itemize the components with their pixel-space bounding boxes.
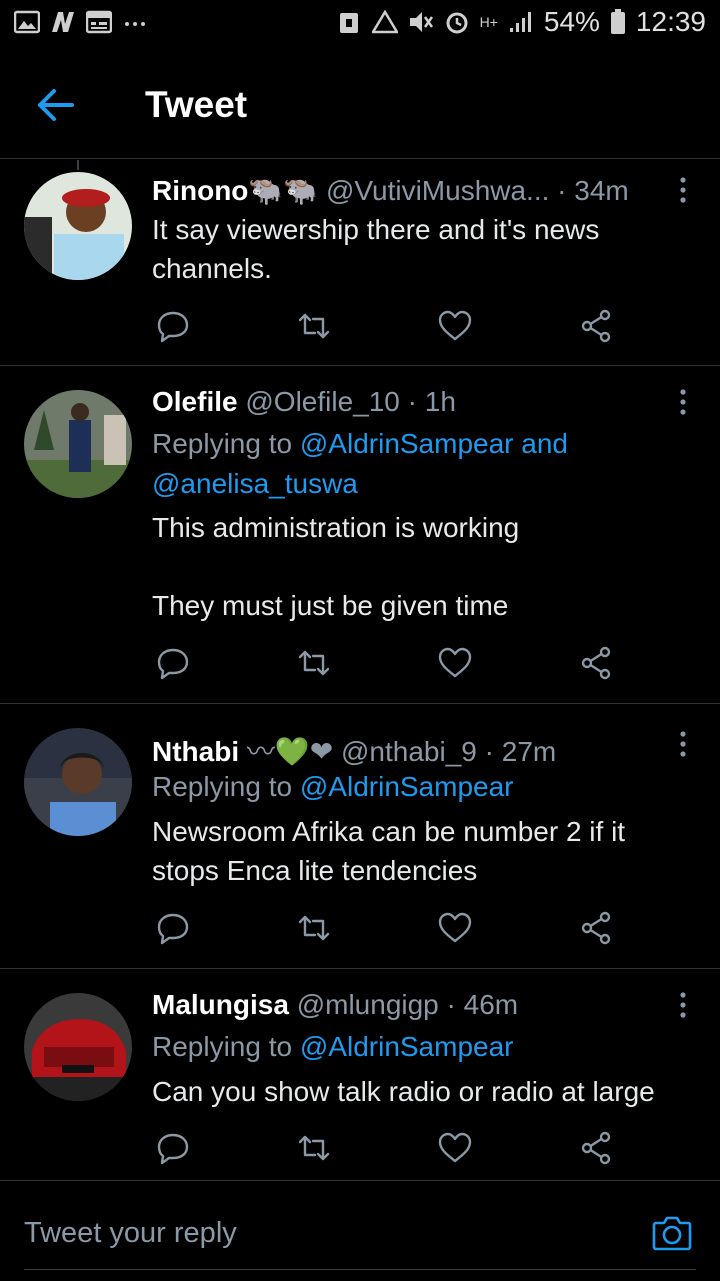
tweet-actions: [156, 1131, 626, 1165]
handle[interactable]: @VutiviMushwa...: [326, 175, 549, 206]
reply-tweet[interactable]: Olefile @Olefile_10 · 1h Replying to @Al…: [0, 366, 720, 704]
replying-to-label: Replying to: [152, 1031, 300, 1062]
reply-tweet[interactable]: Rinono🐃🐃 @VutiviMushwa... · 34m It say v…: [0, 160, 720, 366]
tweet-meta: Olefile @Olefile_10 · 1h: [152, 386, 456, 418]
reply-icon[interactable]: [156, 646, 190, 680]
lock-icon: [339, 13, 358, 33]
tweet-text: Newsroom Afrika can be number 2 if it st…: [152, 816, 626, 886]
share-icon[interactable]: [579, 646, 613, 680]
more-options-icon[interactable]: [678, 388, 688, 416]
thread-line: [77, 160, 79, 170]
handle[interactable]: @nthabi_9: [341, 736, 477, 767]
share-icon[interactable]: [579, 309, 613, 343]
reply-input[interactable]: Tweet your reply: [24, 1217, 237, 1250]
gallery-icon: [14, 10, 40, 34]
battery-icon: [610, 9, 625, 34]
avatar[interactable]: [24, 993, 132, 1101]
system-icons: H+ 54% 12:39: [336, 6, 706, 38]
notification-icons: [14, 10, 148, 34]
display-name[interactable]: Olefile: [152, 386, 238, 417]
avatar[interactable]: [24, 728, 132, 836]
status-bar: H+ 54% 12:39: [0, 0, 720, 50]
avatar[interactable]: [24, 390, 132, 498]
reply-tweet[interactable]: Malungisa @mlungigp · 46m Replying to @A…: [0, 969, 720, 1179]
tweet-meta: Rinono🐃🐃 @VutiviMushwa... · 34m: [152, 174, 629, 207]
retweet-icon[interactable]: [297, 309, 331, 343]
replying-to-label: Replying to: [152, 428, 300, 459]
warning-icon: [371, 10, 398, 34]
back-arrow-icon[interactable]: [36, 82, 78, 128]
display-name[interactable]: Malungisa: [152, 989, 289, 1020]
replying-to: Replying to @AldrinSampear: [152, 767, 672, 807]
share-icon[interactable]: [579, 1131, 613, 1165]
display-name[interactable]: Rinono: [152, 175, 248, 206]
tweet-text: It say viewership there and it's news ch…: [152, 214, 600, 284]
reply-tweet[interactable]: Nthabi 〰💚❤ @nthabi_9 · 27m Replying to @…: [0, 704, 720, 969]
like-heart-icon[interactable]: [438, 646, 472, 680]
mention-link[interactable]: @AldrinSampear: [300, 1031, 514, 1062]
camera-icon[interactable]: [652, 1213, 692, 1251]
reply-icon[interactable]: [156, 911, 190, 945]
share-icon[interactable]: [579, 911, 613, 945]
tweet-actions: [156, 309, 626, 343]
more-options-icon[interactable]: [678, 730, 688, 758]
top-app-bar: Tweet: [0, 60, 720, 159]
tweet-actions: [156, 646, 626, 680]
retweet-icon[interactable]: [297, 1131, 331, 1165]
tweet-meta: Nthabi 〰💚❤ @nthabi_9 · 27m: [152, 730, 556, 770]
tweet-actions: [156, 911, 626, 945]
like-heart-icon[interactable]: [438, 1131, 472, 1165]
network-type: H+: [479, 14, 498, 30]
like-heart-icon[interactable]: [438, 911, 472, 945]
retweet-icon[interactable]: [297, 911, 331, 945]
like-heart-icon[interactable]: [438, 309, 472, 343]
input-underline: [24, 1269, 696, 1270]
more-options-icon[interactable]: [678, 991, 688, 1019]
handle[interactable]: @mlungigp: [297, 989, 439, 1020]
mention-link[interactable]: @AldrinSampear: [300, 771, 514, 802]
news-n-icon: [52, 12, 74, 32]
handle[interactable]: @Olefile_10: [245, 386, 400, 417]
timestamp: · 34m: [557, 175, 629, 206]
replying-to: Replying to @AldrinSampear and @anelisa_…: [152, 424, 672, 504]
tweet-text: This administration is working They must…: [152, 512, 520, 621]
page-title: Tweet: [145, 84, 248, 125]
replying-to: Replying to @AldrinSampear: [152, 1027, 672, 1067]
reply-icon[interactable]: [156, 1131, 190, 1165]
mute-icon: [409, 12, 433, 32]
avatar[interactable]: [24, 172, 132, 280]
more-options-icon[interactable]: [678, 176, 688, 204]
signal-icon: [509, 12, 531, 32]
replying-to-label: Replying to: [152, 771, 300, 802]
more-notifications-icon: [125, 22, 145, 26]
battery-percent: 54%: [543, 6, 600, 37]
timestamp: · 27m: [484, 736, 557, 767]
name-emoji: 〰💚❤: [246, 736, 334, 767]
name-emoji: 🐃🐃: [248, 175, 319, 206]
calendar-icon: [86, 10, 112, 34]
timestamp: · 46m: [446, 989, 519, 1020]
reply-composer[interactable]: Tweet your reply: [0, 1180, 720, 1281]
reply-icon[interactable]: [156, 309, 190, 343]
alarm-icon: [446, 12, 468, 34]
tweet-text: Can you show talk radio or radio at larg…: [152, 1076, 655, 1107]
display-name[interactable]: Nthabi: [152, 736, 239, 767]
retweet-icon[interactable]: [297, 646, 331, 680]
tweet-meta: Malungisa @mlungigp · 46m: [152, 989, 518, 1021]
clock: 12:39: [635, 6, 706, 37]
timestamp: · 1h: [407, 386, 456, 417]
